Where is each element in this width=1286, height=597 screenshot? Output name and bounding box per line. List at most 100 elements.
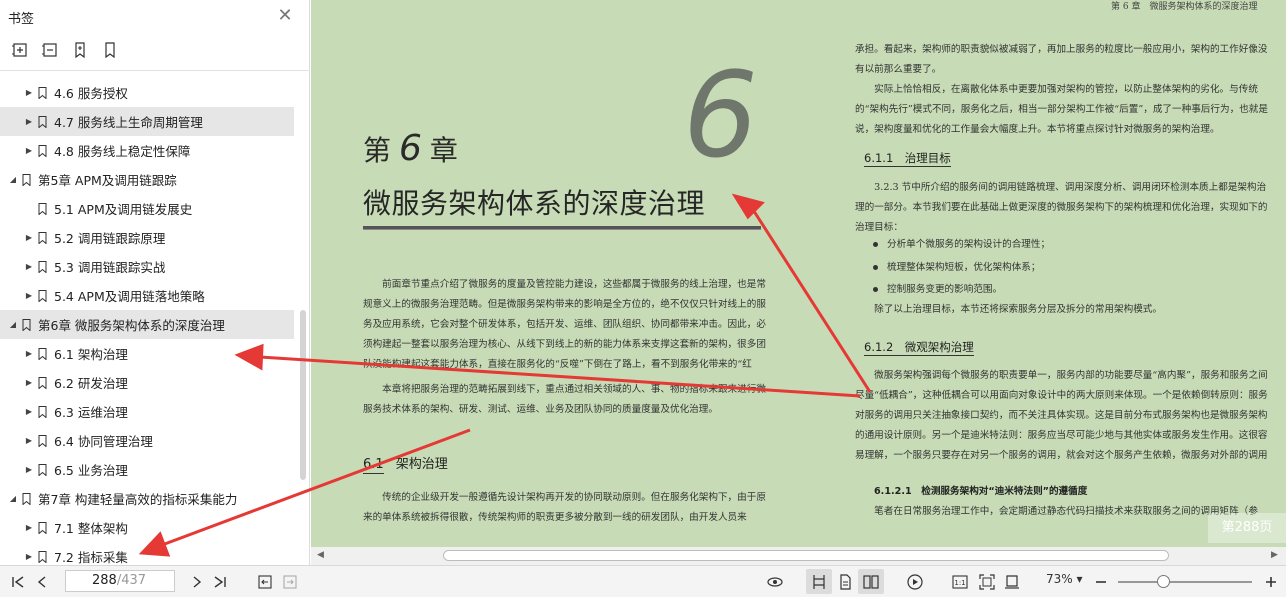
expand-toggle-icon[interactable]: ▶ bbox=[24, 552, 34, 561]
scroll-right-icon[interactable]: ▶ bbox=[1271, 550, 1278, 560]
bookmark-icon bbox=[34, 289, 50, 302]
bookmark-label: 第5章 APM及调用链跟踪 bbox=[38, 173, 177, 188]
bookmark-icon bbox=[34, 405, 50, 418]
bookmark-label: 6.3 运维治理 bbox=[54, 405, 128, 420]
bookmark-label: 5.1 APM及调用链发展史 bbox=[54, 202, 193, 217]
scrollbar-thumb[interactable] bbox=[443, 550, 1169, 561]
zoom-slider[interactable] bbox=[1118, 581, 1252, 583]
bookmark-icon bbox=[34, 144, 50, 157]
bookmark-icon bbox=[34, 434, 50, 447]
bookmark-item[interactable]: ▶ 6.5 业务治理 bbox=[0, 455, 300, 484]
bookmark-item[interactable]: ▶ 6.4 协同管理治理 bbox=[0, 426, 300, 455]
two-page-view-icon[interactable] bbox=[858, 569, 884, 594]
bookmark-item[interactable]: ▶ 4.8 服务线上稳定性保障 bbox=[0, 136, 300, 165]
fit-width-icon[interactable] bbox=[1004, 572, 1020, 592]
expand-toggle-icon[interactable]: ▶ bbox=[24, 436, 34, 445]
bookmark-label: 第6章 微服务架构体系的深度治理 bbox=[38, 318, 225, 333]
sidebar-scrollbar[interactable] bbox=[300, 310, 306, 480]
single-page-view-icon[interactable] bbox=[806, 569, 832, 594]
expand-toggle-icon[interactable]: ▶ bbox=[24, 146, 34, 155]
section-heading-6-1-1: 6.1.1 治理目标 bbox=[864, 151, 951, 167]
fit-page-icon[interactable] bbox=[979, 572, 995, 592]
paragraph: 本章将把服务治理的范畴拓展到线下，重点通过相关领域的人、事、物的指标来跟来进行微… bbox=[363, 384, 766, 415]
zoom-level[interactable]: 73% ▾ bbox=[1046, 572, 1083, 586]
bookmark-item[interactable]: ▶ 5.4 APM及调用链落地策略 bbox=[0, 281, 300, 310]
continuous-view-icon[interactable] bbox=[832, 569, 858, 594]
bookmark-icon bbox=[34, 260, 50, 273]
paragraph: 前面章节重点介绍了微服务的度量及管控能力建设，这些都属于微服务的线上治理，也是常… bbox=[363, 279, 766, 370]
bookmark-item[interactable]: ▶ 6.1 架构治理 bbox=[0, 339, 300, 368]
first-page-icon[interactable] bbox=[10, 572, 26, 592]
bookmark-label: 6.4 协同管理治理 bbox=[54, 434, 153, 449]
expand-toggle-icon[interactable]: ▶ bbox=[24, 291, 34, 300]
collapse-toggle-icon[interactable]: ◢ bbox=[8, 320, 18, 329]
section-heading-6-1-2-1: 6.1.2.1 检测服务架构对“迪米特法则”的遵循度 bbox=[874, 486, 1088, 497]
bookmark-item[interactable]: ▶ 6.2 研发治理 bbox=[0, 368, 300, 397]
bookmark-icon bbox=[34, 521, 50, 534]
collapse-toggle-icon[interactable]: ◢ bbox=[8, 494, 18, 503]
bookmark-label: 5.3 调用链跟踪实战 bbox=[54, 260, 166, 275]
bookmark-item[interactable]: ▶ 5.2 调用链跟踪原理 bbox=[0, 223, 300, 252]
bookmark-icon bbox=[34, 347, 50, 360]
bookmark-item[interactable]: ◢ 第6章 微服务架构体系的深度治理 bbox=[0, 310, 294, 339]
expand-toggle-icon[interactable]: ▶ bbox=[24, 349, 34, 358]
back-icon[interactable] bbox=[257, 572, 273, 592]
bookmark-icon bbox=[34, 550, 50, 563]
bookmark-item[interactable]: ▶ 5.3 调用链跟踪实战 bbox=[0, 252, 300, 281]
zoom-slider-handle[interactable] bbox=[1157, 575, 1171, 588]
bookmark-label: 7.2 指标采集 bbox=[54, 550, 128, 565]
zoom-in-icon[interactable] bbox=[1263, 572, 1279, 592]
next-page-icon[interactable] bbox=[189, 572, 205, 592]
page-number-input[interactable]: 288/437 bbox=[65, 570, 175, 592]
bookmark-item[interactable]: 5.1 APM及调用链发展史 bbox=[0, 194, 300, 223]
forward-icon[interactable] bbox=[282, 572, 298, 592]
horizontal-scrollbar[interactable]: ◀ ▶ bbox=[311, 547, 1286, 565]
expand-toggle-icon[interactable]: ▶ bbox=[24, 233, 34, 242]
play-icon[interactable] bbox=[907, 572, 923, 592]
running-head: 第 6 章 微服务架构体系的深度治理 bbox=[1111, 2, 1258, 12]
expand-toggle-icon[interactable]: ▶ bbox=[24, 407, 34, 416]
bookmark-icon bbox=[34, 231, 50, 244]
paragraph: 除了以上治理目标，本节还将探索服务分层及拆分的常用架构模式。 bbox=[855, 304, 1162, 315]
expand-toggle-icon[interactable]: ▶ bbox=[24, 117, 34, 126]
bookmark-label: 5.2 调用链跟踪原理 bbox=[54, 231, 166, 246]
prev-page-icon[interactable] bbox=[34, 572, 50, 592]
bullet-item: 控制服务变更的影响范围。 bbox=[873, 281, 1002, 295]
zoom-out-icon[interactable] bbox=[1093, 572, 1109, 592]
last-page-icon[interactable] bbox=[212, 572, 228, 592]
bookmark-item[interactable]: ▶ 4.6 服务授权 bbox=[0, 78, 300, 107]
collapse-toggle-icon[interactable]: ◢ bbox=[8, 175, 18, 184]
eye-protection-icon[interactable] bbox=[764, 572, 786, 592]
expand-toggle-icon[interactable]: ▶ bbox=[24, 88, 34, 97]
bookmark-item[interactable]: ◢ 第7章 构建轻量高效的指标采集能力 bbox=[0, 484, 300, 513]
chapter-title: 微服务架构体系的深度治理 bbox=[363, 187, 706, 220]
bookmark-icon bbox=[34, 463, 50, 476]
bookmark-item[interactable]: ▶ 6.3 运维治理 bbox=[0, 397, 300, 426]
expand-toggle-icon[interactable]: ▶ bbox=[24, 523, 34, 532]
actual-size-icon[interactable]: 1:1 bbox=[952, 572, 968, 592]
bookmark-icon[interactable] bbox=[100, 40, 120, 60]
chapter-rule-thin bbox=[363, 229, 761, 230]
bookmark-label: 6.2 研发治理 bbox=[54, 376, 128, 391]
add-bookmark-icon[interactable] bbox=[70, 40, 90, 60]
expand-toggle-icon[interactable]: ▶ bbox=[24, 262, 34, 271]
chapter-big-number: 6 bbox=[683, 46, 759, 184]
bookmark-label: 4.8 服务线上稳定性保障 bbox=[54, 144, 191, 159]
collapse-all-icon[interactable] bbox=[40, 40, 60, 60]
expand-toggle-icon[interactable]: ▶ bbox=[24, 465, 34, 474]
paragraph: 3.2.3 节中所介绍的服务间的调用链路梳理、调用深度分析、调用闭环检测本质上都… bbox=[855, 182, 1268, 233]
paragraph: 微服务架构强调每个微服务的职责要单一，服务内部的功能要尽量“高内聚”，服务和服务… bbox=[855, 370, 1268, 461]
expand-all-icon[interactable] bbox=[10, 40, 30, 60]
svg-text:1:1: 1:1 bbox=[954, 579, 965, 587]
bookmark-label: 7.1 整体架构 bbox=[54, 521, 128, 536]
close-icon[interactable]: ✕ bbox=[276, 7, 294, 26]
expand-toggle-icon[interactable]: ▶ bbox=[24, 378, 34, 387]
bookmark-toolbar bbox=[10, 40, 120, 64]
scroll-left-icon[interactable]: ◀ bbox=[317, 550, 324, 560]
bookmark-icon bbox=[34, 115, 50, 128]
section-heading-6-1-2: 6.1.2 微观架构治理 bbox=[864, 340, 974, 356]
bookmark-item[interactable]: ◢ 第5章 APM及调用链跟踪 bbox=[0, 165, 300, 194]
bookmark-item[interactable]: ▶ 7.1 整体架构 bbox=[0, 513, 300, 542]
bookmark-label: 第7章 构建轻量高效的指标采集能力 bbox=[38, 492, 238, 507]
bookmark-item[interactable]: ▶ 4.7 服务线上生命周期管理 bbox=[0, 107, 294, 136]
